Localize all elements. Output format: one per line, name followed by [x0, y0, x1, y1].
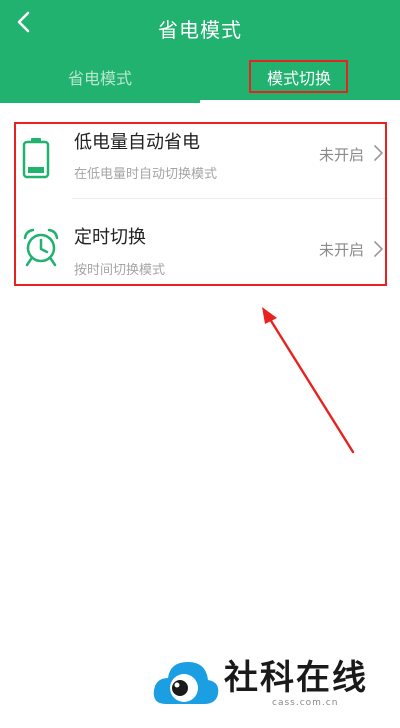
annotation-arrow [262, 307, 355, 454]
row-title: 定时切换 [74, 227, 146, 248]
top-bar: 省电模式 省电模式 模式切换 [0, 0, 400, 103]
alarm-clock-icon [23, 228, 59, 267]
active-tab-indicator [200, 100, 400, 103]
chevron-right-icon [374, 241, 383, 257]
row-title: 低电量自动省电 [74, 132, 200, 153]
battery-icon [22, 138, 50, 179]
watermark-url: cass.com.cn [272, 698, 339, 708]
watermark-brand: 社科在线 [224, 658, 368, 698]
row-subtitle: 在低电量时自动切换模式 [74, 167, 218, 182]
watermark-logo: 社科在线 cass.com.cn [150, 646, 400, 728]
tab-annotation-box [249, 60, 348, 93]
chevron-right-icon [374, 145, 383, 161]
row-subtitle: 按时间切换模式 [74, 263, 166, 278]
status-label: 未开启 [318, 241, 364, 259]
cloud-eye-logo-icon [153, 662, 219, 704]
tab-power-saving-mode[interactable]: 省电模式 [55, 64, 145, 94]
page-title: 省电模式 [158, 18, 242, 42]
list-item-scheduled-switch[interactable]: 定时切换 按时间切换模式 未开启 [16, 200, 386, 285]
row-divider [72, 198, 388, 199]
status-label: 未开启 [318, 146, 364, 164]
